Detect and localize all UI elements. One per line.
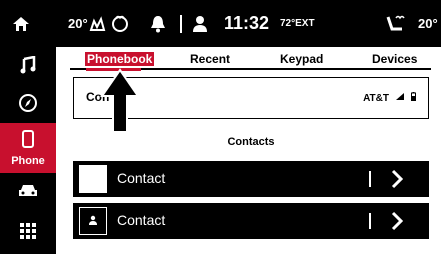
sidebar-item-nav[interactable] — [0, 87, 56, 123]
car-icon — [18, 183, 38, 204]
exterior-temp: 72°EXT — [280, 18, 315, 29]
contacts-header: Contacts — [227, 136, 275, 148]
chevron-right-icon[interactable] — [391, 169, 404, 194]
heated-seat-icon[interactable] — [110, 0, 130, 47]
status-bar: 20° 11:32 72°EXT 20° — [0, 0, 441, 47]
divider — [180, 0, 182, 47]
sidebar-item-label: Phone — [11, 154, 45, 167]
tab-phonebook[interactable]: Phonebook — [85, 52, 155, 66]
user-profile-icon[interactable] — [192, 0, 208, 47]
clock[interactable]: 11:32 — [224, 0, 269, 47]
contact-name: Contact — [117, 212, 166, 228]
sidebar-item-media[interactable] — [0, 47, 56, 87]
music-note-icon — [19, 54, 37, 79]
grid-icon — [20, 223, 36, 244]
phone-icon — [22, 129, 34, 153]
battery-icon — [411, 92, 416, 104]
contact-avatar — [79, 207, 107, 235]
passenger-temp[interactable]: 20° — [418, 0, 438, 47]
contact-avatar — [79, 165, 107, 193]
pointer-arrow-icon — [100, 68, 140, 139]
sidebar-item-apps[interactable] — [0, 213, 56, 254]
clock-time: 11:32 — [224, 13, 270, 33]
tab-keypad[interactable]: Keypad — [280, 52, 323, 66]
signal-icon — [395, 92, 405, 104]
row-divider — [369, 213, 371, 229]
tab-recent[interactable]: Recent — [190, 52, 230, 66]
person-icon — [88, 212, 98, 230]
sidebar: Phone — [0, 47, 56, 254]
sidebar-item-vehicle[interactable] — [0, 173, 56, 213]
carrier-name: AT&T — [363, 92, 389, 104]
heated-seat-passenger-icon[interactable] — [384, 0, 406, 47]
contact-row[interactable]: Contact — [73, 161, 429, 197]
chevron-right-icon[interactable] — [391, 211, 404, 236]
heated-wheel-icon[interactable] — [88, 0, 108, 47]
carrier-status: AT&T — [363, 92, 416, 104]
compass-icon — [18, 93, 38, 118]
notification-bell-icon[interactable] — [150, 0, 166, 47]
driver-temp[interactable]: 20° — [68, 0, 88, 47]
contact-name: Contact — [117, 170, 166, 186]
home-icon[interactable] — [12, 0, 30, 47]
contact-row[interactable]: Contact — [73, 203, 429, 239]
row-divider — [369, 171, 371, 187]
sidebar-item-phone[interactable]: Phone — [0, 123, 56, 173]
tab-devices[interactable]: Devices — [372, 52, 417, 66]
